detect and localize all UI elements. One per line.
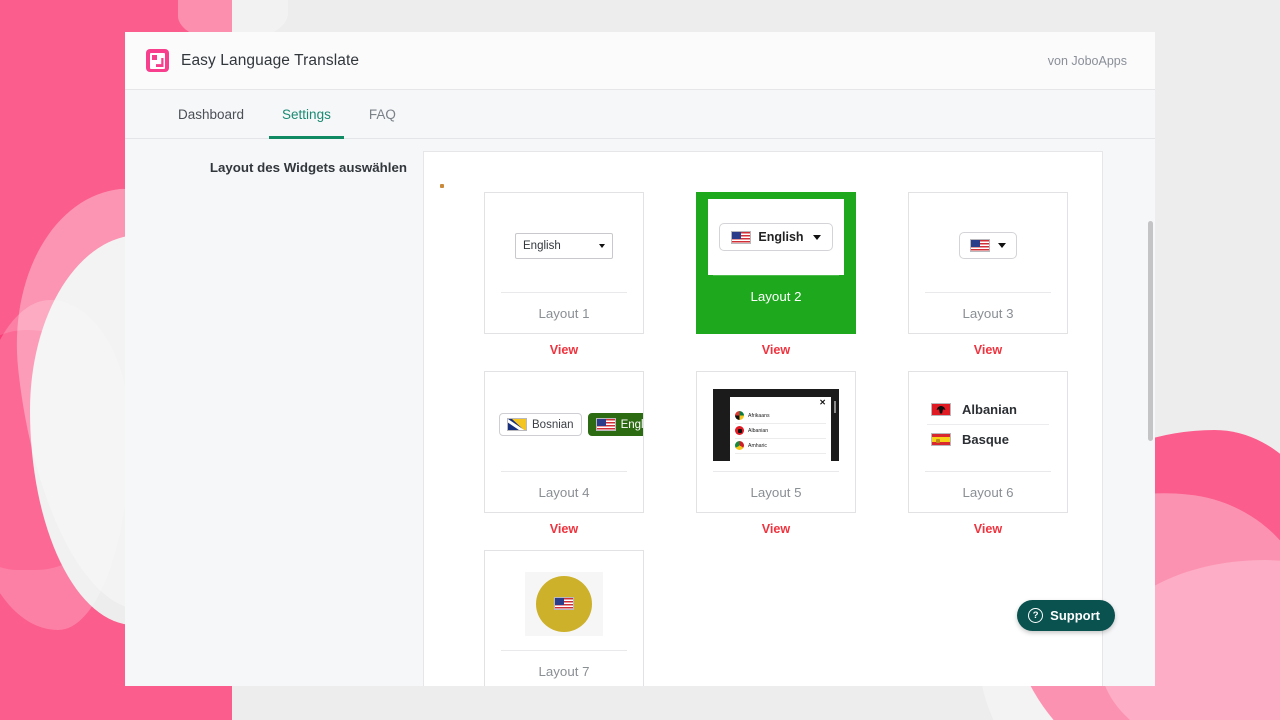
tab-settings[interactable]: Settings <box>269 90 344 139</box>
modal-list-item-label: Afrikaans <box>748 412 770 419</box>
view-link-6[interactable]: View <box>908 522 1068 536</box>
layout-cell: English Layout 2 View <box>696 192 856 357</box>
language-list-preview: Albanian Basque <box>919 395 1057 454</box>
tab-dashboard[interactable]: Dashboard <box>165 90 257 138</box>
translate-logo-icon <box>146 49 169 72</box>
caret-down-icon <box>998 243 1006 248</box>
modal-screenshot-preview: ✕ Afrikaans Albanian Amharic <box>713 388 839 461</box>
close-icon: ✕ <box>819 397 826 407</box>
panel-marker-dot <box>440 184 444 188</box>
question-mark-icon: ? <box>1028 608 1044 623</box>
layout-preview-6: Albanian Basque <box>909 378 1067 471</box>
us-flag-icon <box>970 239 990 252</box>
afrikaans-flag-icon <box>735 411 744 420</box>
layout-name-4: Layout 4 <box>538 484 590 500</box>
language-button-label: Engl <box>620 418 643 431</box>
layout-preview-3 <box>909 199 1067 292</box>
layout-name-6: Layout 6 <box>962 484 1014 500</box>
modal-list-item-label: Albanian <box>748 427 769 434</box>
layout-preview-4: Bosnian Engl <box>485 378 643 471</box>
view-link-3[interactable]: View <box>908 343 1068 357</box>
modal-list-item: Amharic <box>735 439 826 454</box>
layout-cell: Bosnian Engl Layout 4 View <box>484 371 644 536</box>
language-button-english: Engl <box>587 413 643 436</box>
layout-preview-1: English <box>485 199 643 292</box>
modal-list-item: Afrikaans <box>735 409 826 424</box>
language-button-label: Bosnian <box>532 418 574 431</box>
language-list-item: Basque <box>927 425 1049 454</box>
vertical-scrollbar[interactable] <box>1148 221 1153 441</box>
view-link-1[interactable]: View <box>484 343 644 357</box>
language-select-preview: English <box>515 232 613 259</box>
us-flag-icon <box>731 230 752 244</box>
support-button[interactable]: ? Support <box>1017 600 1115 631</box>
background-pink-bottom-left <box>0 684 232 720</box>
us-flag-icon <box>595 418 616 431</box>
circle-widget-preview <box>525 571 603 636</box>
modal-list-item-label: Amharic <box>748 442 768 449</box>
select-value: English <box>523 239 561 252</box>
flag-only-select-preview <box>959 232 1017 259</box>
layout-name-1: Layout 1 <box>538 305 590 321</box>
circle-badge <box>536 575 592 632</box>
layout-card-6[interactable]: Albanian Basque Layout 6 <box>908 371 1068 513</box>
layout-chooser-panel: English Layout 1 View English Layout 2 V… <box>423 151 1103 686</box>
tab-faq[interactable]: FAQ <box>356 90 409 138</box>
app-window: Easy Language Translate von JoboApps Das… <box>125 32 1155 686</box>
language-list-item-label: Albanian <box>962 402 1017 417</box>
caret-down-icon <box>599 243 605 248</box>
modal-sheet: ✕ Afrikaans Albanian Amharic <box>730 396 831 461</box>
modal-language-list: Afrikaans Albanian Amharic <box>730 397 831 454</box>
layout-preview-2: English <box>708 199 844 275</box>
layout-card-3[interactable]: Layout 3 <box>908 192 1068 334</box>
layout-name-2: Layout 2 <box>750 288 802 304</box>
layout-cell: ✕ Afrikaans Albanian Amharic Layout 5 Vi… <box>696 371 856 536</box>
spain-flag-icon <box>931 433 951 446</box>
layout-preview-7 <box>485 557 643 650</box>
translate-logo-glyph <box>150 52 165 69</box>
app-title: Easy Language Translate <box>181 51 360 69</box>
modal-scrollbar <box>834 400 836 413</box>
app-header: Easy Language Translate von JoboApps <box>125 32 1155 90</box>
brand: Easy Language Translate <box>146 49 359 72</box>
view-link-4[interactable]: View <box>484 522 644 536</box>
albania-flag-icon <box>735 426 744 435</box>
us-flag-icon <box>554 597 574 610</box>
caret-down-icon <box>812 234 821 240</box>
language-button-bosnian: Bosnian <box>499 413 582 436</box>
modal-list-item: Albanian <box>735 424 826 439</box>
flag-language-select-preview: English <box>719 223 833 251</box>
settings-field-label-column: Layout des Widgets auswählen <box>125 139 423 686</box>
layout-card-1[interactable]: English Layout 1 <box>484 192 644 334</box>
app-body: Layout des Widgets auswählen English Lay… <box>125 139 1155 686</box>
amharic-flag-icon <box>735 441 744 450</box>
layout-cell: English Layout 1 View <box>484 192 644 357</box>
layout-name-5: Layout 5 <box>750 484 802 500</box>
layout-grid: English Layout 1 View English Layout 2 V… <box>484 192 1068 686</box>
tab-bar: Dashboard Settings FAQ <box>125 90 1155 139</box>
layout-card-4[interactable]: Bosnian Engl Layout 4 <box>484 371 644 513</box>
layout-name-3: Layout 3 <box>962 305 1014 321</box>
layout-cell: Layout 3 View <box>908 192 1068 357</box>
language-list-item: Albanian <box>927 395 1049 425</box>
layout-name-7: Layout 7 <box>538 663 590 679</box>
layout-preview-5: ✕ Afrikaans Albanian Amharic <box>697 378 855 471</box>
select-value: English <box>758 230 804 244</box>
language-button-row: Bosnian Engl <box>495 413 643 436</box>
albania-flag-icon <box>931 403 951 416</box>
layout-cell: Albanian Basque Layout 6 View <box>908 371 1068 536</box>
view-link-5[interactable]: View <box>696 522 856 536</box>
layout-card-2[interactable]: English Layout 2 <box>696 192 856 334</box>
layout-card-7[interactable]: Layout 7 <box>484 550 644 686</box>
language-list-item-label: Basque <box>962 432 1009 447</box>
view-link-2[interactable]: View <box>696 343 856 357</box>
layout-cell: Layout 7 View <box>484 550 644 686</box>
bosnia-flag-icon <box>507 418 527 431</box>
vendor-attribution: von JoboApps <box>1047 53 1127 68</box>
support-button-label: Support <box>1050 608 1100 623</box>
layout-field-label: Layout des Widgets auswählen <box>209 160 407 175</box>
layout-card-5[interactable]: ✕ Afrikaans Albanian Amharic Layout 5 <box>696 371 856 513</box>
